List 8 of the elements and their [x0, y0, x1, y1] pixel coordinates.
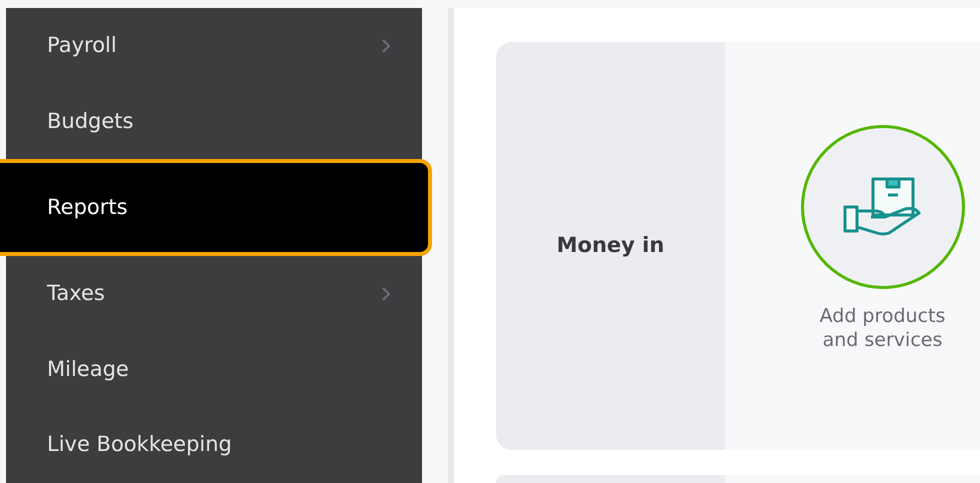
sidebar-item[interactable]: Mileage — [6, 332, 422, 408]
sidebar-item[interactable]: Payroll — [6, 8, 422, 84]
action-label: Add products and services — [820, 305, 946, 352]
sidebar-item[interactable]: Budgets — [6, 84, 422, 160]
section-title: Money in — [556, 232, 664, 260]
sidebar-item[interactable]: Taxes — [6, 256, 422, 332]
sidebar-item[interactable]: Reports — [0, 159, 432, 256]
sidebar-item[interactable]: Live Bookkeeping — [6, 407, 422, 483]
